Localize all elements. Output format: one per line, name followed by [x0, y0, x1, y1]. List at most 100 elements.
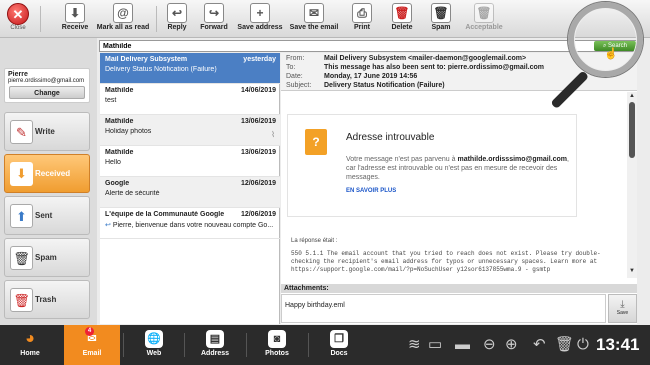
web-icon: 🌐	[145, 330, 163, 348]
volume-bar-icon[interactable]: ▬	[455, 325, 470, 365]
account-box: Pierre pierre.ordissimo@gmail.com Change	[4, 68, 90, 103]
reply-button[interactable]: ↩ Reply	[163, 3, 191, 36]
mark-all-read-button[interactable]: @ Mark all as read	[95, 3, 151, 36]
learn-more-link[interactable]: EN SAVOIR PLUS	[346, 188, 396, 194]
to-value: This message has also been sent to: pier…	[324, 64, 545, 71]
taskbar-docs[interactable]: ❐ Docs	[311, 325, 367, 365]
change-account-button[interactable]: Change	[9, 86, 85, 99]
from-value: Mail Delivery Subsystem <mailer-daemon@g…	[324, 55, 527, 62]
attachment-item[interactable]: Happy birthday.eml	[285, 302, 345, 309]
nav-sent[interactable]: ⬆ Sent	[4, 196, 90, 235]
save-attachment-button[interactable]: ⤓ Save	[608, 294, 637, 323]
battery-icon: ▭	[428, 336, 443, 353]
delete-icon: 🗑	[392, 3, 412, 23]
divider	[184, 333, 185, 357]
taskbar-photos[interactable]: ◙ Photos	[249, 325, 305, 365]
trash-bin-icon[interactable]: 🗑	[555, 325, 574, 365]
taskbar-email[interactable]: 4 ✉ Email	[64, 325, 120, 365]
divider	[156, 6, 157, 32]
toolbar: ✕ Close ⬇ Receive @ Mark all as read ↩ R…	[0, 0, 650, 38]
spam-icon: 🗑	[431, 3, 451, 23]
photos-icon: ◙	[268, 330, 286, 348]
sent-icon: ⬆	[10, 204, 33, 228]
write-icon: ✎	[10, 120, 33, 144]
sidebar: Pierre pierre.ordissimo@gmail.com Change…	[0, 38, 97, 325]
response-code: 550 5.1.1 The email account that you tri…	[291, 250, 601, 273]
nav-trash[interactable]: 🗑 Trash	[4, 280, 90, 319]
vertical-scrollbar[interactable]: ▲ ▼	[627, 92, 637, 278]
save-email-icon: ✉	[304, 3, 324, 23]
bounce-text: Votre message n'est pas parvenu à mathil…	[346, 156, 569, 181]
account-name: Pierre	[8, 71, 28, 78]
nav-received[interactable]: ⬇ Received	[4, 154, 90, 193]
message-row[interactable]: Mathilde 14/06/2019 test	[100, 84, 280, 115]
search-input[interactable]	[100, 41, 500, 52]
zoom-out-icon[interactable]: ⊖	[483, 325, 496, 365]
taskbar-home[interactable]: ◕ Home	[2, 325, 58, 365]
zoom-in-icon[interactable]: ⊕	[505, 325, 518, 365]
save-address-icon: +	[250, 3, 270, 23]
search-bar	[99, 40, 637, 52]
spam-folder-icon: 🗑	[10, 246, 33, 270]
account-email: pierre.ordissimo@gmail.com	[8, 78, 85, 84]
mark-read-icon: @	[113, 3, 133, 23]
message-row[interactable]: Mail Delivery Subsystem yesterday Delive…	[100, 53, 280, 84]
scroll-down-icon[interactable]: ▼	[628, 268, 636, 274]
warning-icon: ?	[305, 129, 327, 155]
divider	[308, 333, 309, 357]
delete-button[interactable]: 🗑 Delete	[388, 3, 416, 36]
save-address-button[interactable]: + Save address	[237, 3, 283, 36]
receive-icon: ⬇	[65, 3, 85, 23]
paperclip-icon: ⌇	[271, 130, 275, 139]
date-value: Monday, 17 June 2019 14:56	[324, 73, 418, 80]
message-row[interactable]: L'équipe de la Communauté Google 12/06/2…	[100, 208, 280, 239]
divider	[123, 333, 124, 357]
power-icon[interactable]: ⏻	[577, 325, 589, 365]
bounce-card: ? Adresse introuvable Votre message n'es…	[287, 114, 577, 217]
message-list: Mail Delivery Subsystem yesterday Delive…	[100, 53, 280, 324]
docs-icon: ❐	[330, 330, 348, 348]
message-row[interactable]: Mathilde 13/06/2019 Hello	[100, 146, 280, 177]
message-row[interactable]: Mathilde 13/06/2019 Holiday photos ⌇	[100, 115, 280, 146]
clock: 13:41	[596, 335, 640, 354]
trash-icon: 🗑	[10, 288, 33, 312]
wifi-icon[interactable]: ≋	[408, 325, 421, 365]
print-button[interactable]: ⎙ Print	[349, 3, 375, 36]
acceptable-button[interactable]: 🗑 Acceptable	[463, 3, 505, 36]
subject-value: Delivery Status Notification (Failure)	[324, 82, 445, 89]
unread-badge: 4	[85, 327, 94, 336]
message-row[interactable]: Google 12/06/2019 Alerte de sécurité	[100, 177, 280, 208]
scrollbar-thumb[interactable]	[629, 102, 635, 158]
forward-icon: ↪	[204, 3, 224, 23]
hand-cursor-icon: ☝	[604, 48, 618, 60]
undo-icon[interactable]: ↶	[533, 325, 546, 365]
message-body: ? Adresse introuvable Votre message n'es…	[281, 92, 627, 278]
home-icon: ◕	[25, 330, 35, 347]
taskbar-address[interactable]: ▤ Address	[187, 325, 243, 365]
nav-spam[interactable]: 🗑 Spam	[4, 238, 90, 277]
save-email-button[interactable]: ✉ Save the email	[288, 3, 340, 36]
close-button[interactable]: ✕ Close	[3, 3, 33, 35]
taskbar: ◕ Home 4 ✉ Email 🌐 Web ▤ Address ◙ Photo…	[0, 325, 650, 365]
inbox-icon: ⬇	[10, 162, 33, 186]
spam-button[interactable]: 🗑 Spam	[428, 3, 454, 36]
divider	[246, 333, 247, 357]
acceptable-icon: 🗑	[474, 3, 494, 23]
forward-button[interactable]: ↪ Forward	[198, 3, 230, 36]
divider	[40, 6, 41, 32]
reply-icon: ↩	[167, 3, 187, 23]
replied-icon: ↩	[105, 222, 111, 229]
message-detail: From: Mail Delivery Subsystem <mailer-dae…	[281, 53, 637, 324]
attachment-list: Happy birthday.eml	[281, 294, 606, 323]
bounce-title: Adresse introuvable	[346, 132, 435, 143]
attachments-label: Attachments:	[281, 284, 637, 293]
print-icon: ⎙	[352, 3, 372, 23]
scroll-up-icon[interactable]: ▲	[628, 93, 636, 99]
close-icon: ✕	[7, 3, 29, 25]
nav-write[interactable]: ✎ Write	[4, 112, 90, 151]
receive-button[interactable]: ⬇ Receive	[58, 3, 92, 36]
response-label: La réponse était :	[291, 238, 338, 244]
magnifier-icon	[568, 2, 643, 77]
address-icon: ▤	[206, 330, 224, 348]
taskbar-web[interactable]: 🌐 Web	[126, 325, 182, 365]
